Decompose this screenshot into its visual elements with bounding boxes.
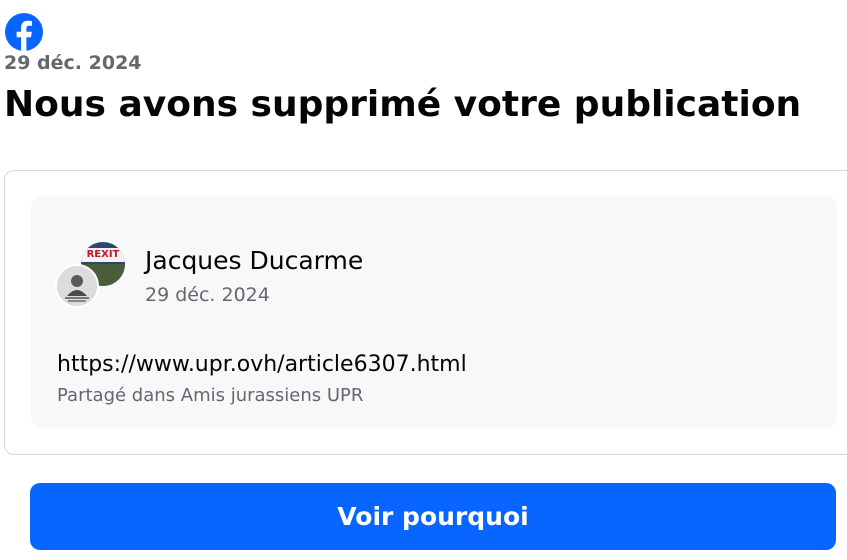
post-link[interactable]: https://www.upr.ovh/article6307.html	[57, 352, 467, 377]
facebook-icon	[4, 12, 44, 52]
author-name[interactable]: Jacques Ducarme	[145, 246, 363, 275]
group-avatar-text: REXIT	[81, 248, 125, 262]
shared-in-group: Partagé dans Amis jurassiens UPR	[57, 385, 364, 406]
post-card: REXIT Jacques Ducarme 29 déc. 2024 https…	[4, 170, 847, 455]
notification-date: 29 déc. 2024	[4, 52, 142, 74]
see-why-button[interactable]: Voir pourquoi	[30, 483, 836, 550]
page-title: Nous avons supprimé votre publication	[4, 84, 802, 125]
post-date: 29 déc. 2024	[145, 284, 270, 306]
user-avatar	[55, 264, 99, 308]
post-preview[interactable]: REXIT Jacques Ducarme 29 déc. 2024 https…	[31, 196, 837, 428]
